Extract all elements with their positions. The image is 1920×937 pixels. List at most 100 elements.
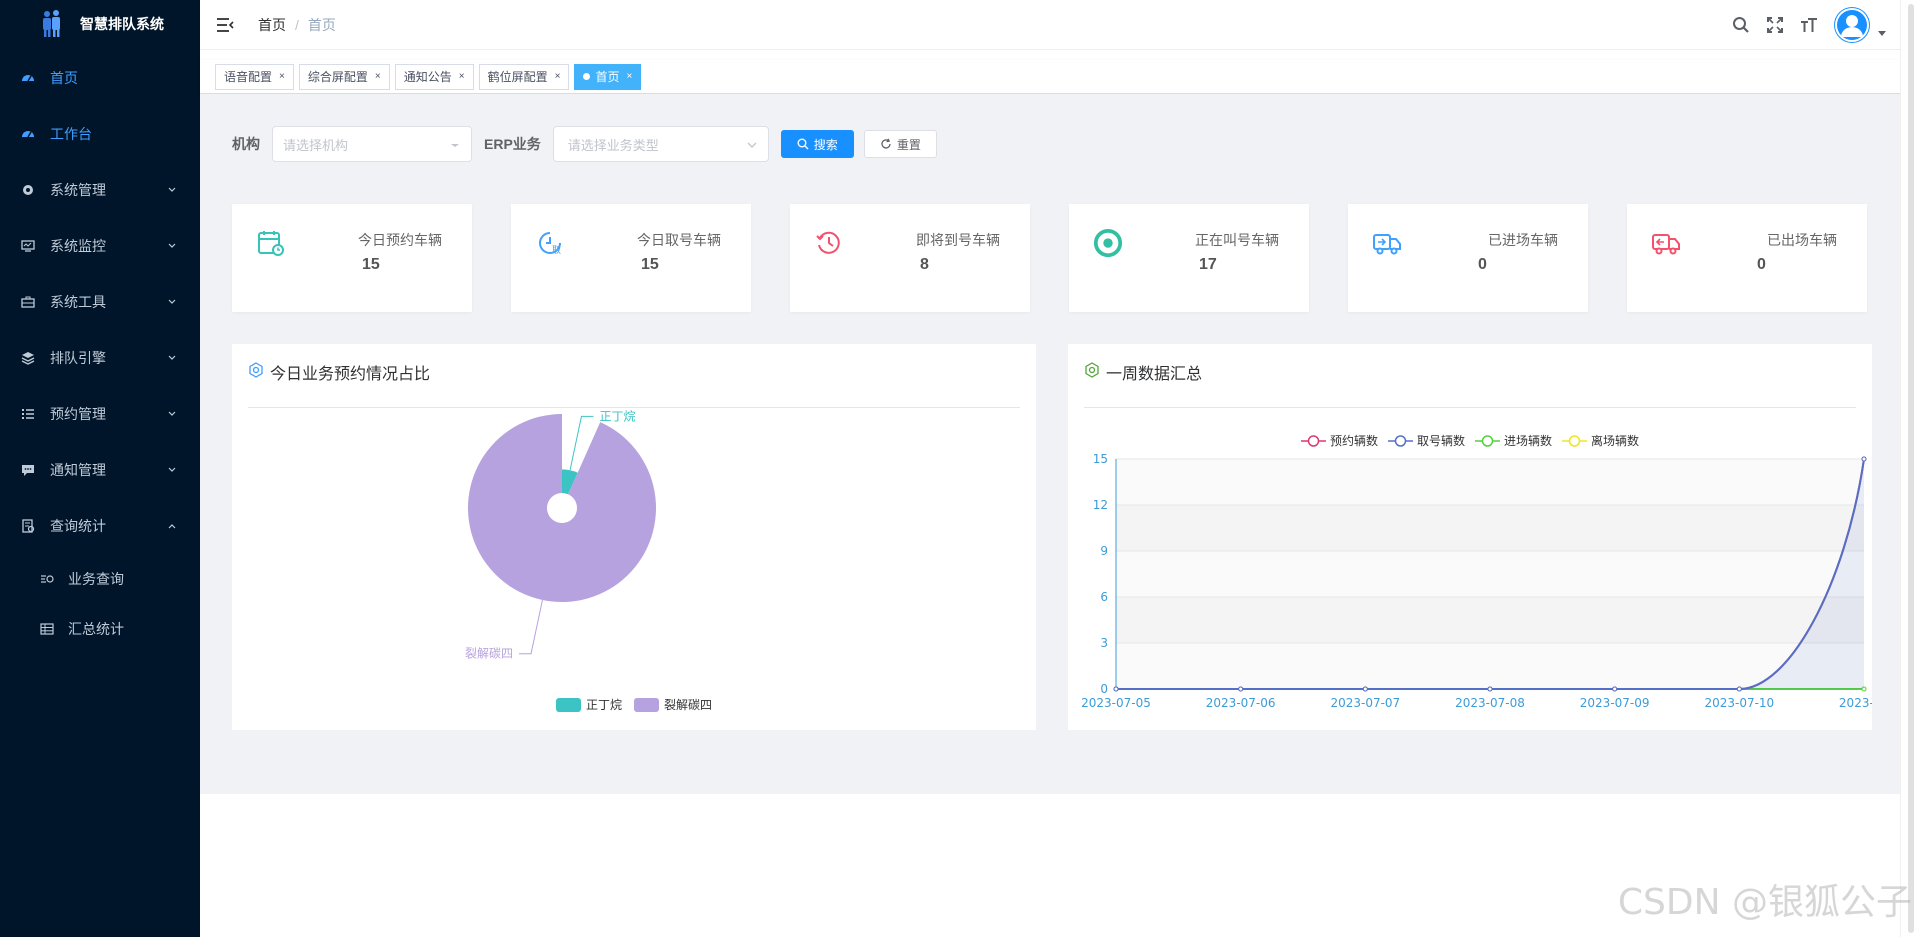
monitor-icon: [20, 238, 36, 254]
tag-notice[interactable]: 通知公告 ×: [394, 63, 474, 90]
report-icon: [20, 518, 36, 534]
stat-value: 0: [1478, 256, 1487, 273]
search-list-icon: [40, 572, 54, 586]
tag-label: 鹤位屏配置: [487, 70, 548, 84]
stat-card-upcoming[interactable]: 即将到号车辆 8: [790, 204, 1030, 312]
stat-card-entered[interactable]: 已进场车辆 0: [1348, 204, 1588, 312]
data-point[interactable]: [1487, 686, 1493, 692]
tag-screen-config[interactable]: 综合屏配置 ×: [298, 63, 390, 90]
sidebar-item-queue-engine[interactable]: 排队引擎: [0, 330, 200, 386]
data-point[interactable]: [1612, 686, 1618, 692]
close-icon[interactable]: ×: [459, 71, 465, 82]
breadcrumb-current: 首页: [307, 16, 336, 33]
stat-card-today-tickets[interactable]: 取 今日取号车辆 15: [511, 204, 751, 312]
y-tick-label: 15: [1093, 452, 1108, 466]
stat-card-calling[interactable]: 正在叫号车辆 17: [1069, 204, 1309, 312]
close-icon[interactable]: ×: [375, 71, 381, 82]
stat-value: 15: [641, 256, 659, 273]
close-icon[interactable]: ×: [279, 71, 285, 82]
app-logo[interactable]: 智慧排队系统: [0, 0, 200, 48]
data-point[interactable]: [1861, 456, 1867, 462]
tag-label: 综合屏配置: [307, 70, 368, 84]
font-size-icon[interactable]: [1798, 14, 1820, 36]
chevron-down-icon: [168, 411, 176, 416]
sidebar-item-label: 系统监控: [50, 238, 106, 254]
hamburger-menu-icon[interactable]: [216, 15, 236, 35]
sidebar-subitem-summary-statistics[interactable]: 汇总统计: [0, 604, 200, 654]
people-logo-icon: [40, 10, 64, 38]
stat-value: 15: [362, 256, 380, 273]
tag-crane-screen-config[interactable]: 鹤位屏配置 ×: [478, 63, 570, 90]
sidebar-item-query-statistics[interactable]: 查询统计: [0, 498, 200, 554]
search-button[interactable]: 搜索: [780, 130, 854, 158]
main-content: 机构 请选择机构 ERP业务 请选择业务类型 搜索 重置 今日预约车辆 15 取…: [200, 94, 1900, 794]
sidebar-item-label: 系统管理: [50, 182, 106, 198]
grid-band: [1116, 459, 1864, 505]
scrollbar-thumb[interactable]: [1908, 4, 1914, 933]
grid-band: [1116, 551, 1864, 597]
tag-home[interactable]: 首页 ×: [574, 63, 642, 90]
list-icon: [20, 406, 36, 422]
vertical-scrollbar[interactable]: [1900, 0, 1920, 937]
y-tick-label: 0: [1100, 682, 1108, 696]
line-chart-panel: 一周数据汇总 预约辆数 取号辆数 进场辆数 离场辆数 0 3 6 9 12 15 2023-07-…: [1068, 344, 1872, 730]
sidebar-item-system-management[interactable]: 系统管理: [0, 162, 200, 218]
sidebar-item-label: 系统工具: [50, 294, 106, 310]
sidebar-item-notification[interactable]: 通知管理: [0, 442, 200, 498]
chevron-down-icon: [168, 355, 176, 360]
tag-label: 通知公告: [403, 70, 452, 84]
close-icon[interactable]: ×: [555, 71, 561, 82]
header-tools: [1718, 0, 1886, 50]
refresh-icon: [880, 138, 892, 150]
breadcrumb-separator: /: [295, 16, 299, 33]
dashboard-icon: [20, 126, 36, 142]
chevron-down-icon: [168, 299, 176, 304]
fullscreen-icon[interactable]: [1764, 14, 1786, 36]
chevron-down-icon: [168, 243, 176, 248]
search-form: 机构 请选择机构 ERP业务 请选择业务类型 搜索 重置: [232, 126, 947, 162]
close-icon[interactable]: ×: [626, 71, 632, 82]
data-point[interactable]: [1113, 686, 1119, 692]
reset-button[interactable]: 重置: [863, 130, 937, 158]
breadcrumb-home[interactable]: 首页: [258, 15, 286, 35]
org-select[interactable]: 请选择机构: [272, 126, 472, 162]
y-tick-label: 6: [1100, 590, 1108, 604]
history-icon: [814, 228, 844, 258]
stat-card-today-appointments[interactable]: 今日预约车辆 15: [232, 204, 472, 312]
pie-legend-item[interactable]: 正丁烷: [555, 696, 622, 713]
org-select-placeholder: 请选择机构: [283, 137, 349, 153]
sidebar-item-home[interactable]: 首页: [0, 50, 200, 106]
stat-title: 今日预约车辆: [358, 232, 442, 248]
sidebar-item-system-tools[interactable]: 系统工具: [0, 274, 200, 330]
caret-down-icon[interactable]: [1878, 24, 1886, 40]
search-icon[interactable]: [1730, 14, 1752, 36]
target-icon: [1093, 228, 1123, 258]
sidebar: 智慧排队系统 首页 工作台 系统管理 系统监控 系统工具 排队引擎 预约管理 通…: [0, 0, 200, 937]
app-title: 智慧排队系统: [80, 16, 164, 32]
user-avatar[interactable]: [1834, 7, 1870, 43]
tags-view: 语音配置 × 综合屏配置 × 通知公告 × 鹤位屏配置 × 首页 ×: [200, 60, 1900, 94]
navbar: 首页 / 首页: [200, 0, 1900, 50]
data-point[interactable]: [1362, 686, 1368, 692]
sidebar-subitem-business-query[interactable]: 业务查询: [0, 554, 200, 604]
clock-take-icon: 取: [535, 228, 565, 258]
search-icon: [797, 138, 809, 150]
stat-value: 0: [1757, 256, 1766, 273]
pie-chart: 正丁烷裂解碳四: [465, 409, 656, 661]
data-point[interactable]: [1238, 686, 1244, 692]
pie-slice[interactable]: [468, 414, 656, 602]
message-icon: [20, 462, 36, 478]
pie-legend-item[interactable]: 裂解碳四: [634, 696, 712, 713]
reset-button-label: 重置: [896, 137, 921, 152]
sidebar-item-workbench[interactable]: 工作台: [0, 106, 200, 162]
data-point[interactable]: [1736, 686, 1742, 692]
sidebar-item-system-monitor[interactable]: 系统监控: [0, 218, 200, 274]
legend-swatch: [634, 697, 659, 712]
sidebar-item-appointment[interactable]: 预约管理: [0, 386, 200, 442]
erp-select[interactable]: 请选择业务类型: [552, 126, 769, 162]
tag-voice-config[interactable]: 语音配置 ×: [215, 63, 294, 90]
line-chart: 0 3 6 9 12 15 2023-07-05 2023-07-06 2023-07-07 20…: [1081, 452, 1872, 710]
stat-card-exited[interactable]: 已出场车辆 0: [1627, 204, 1867, 312]
sidebar-item-label: 首页: [50, 70, 78, 86]
table-icon: [40, 622, 54, 636]
